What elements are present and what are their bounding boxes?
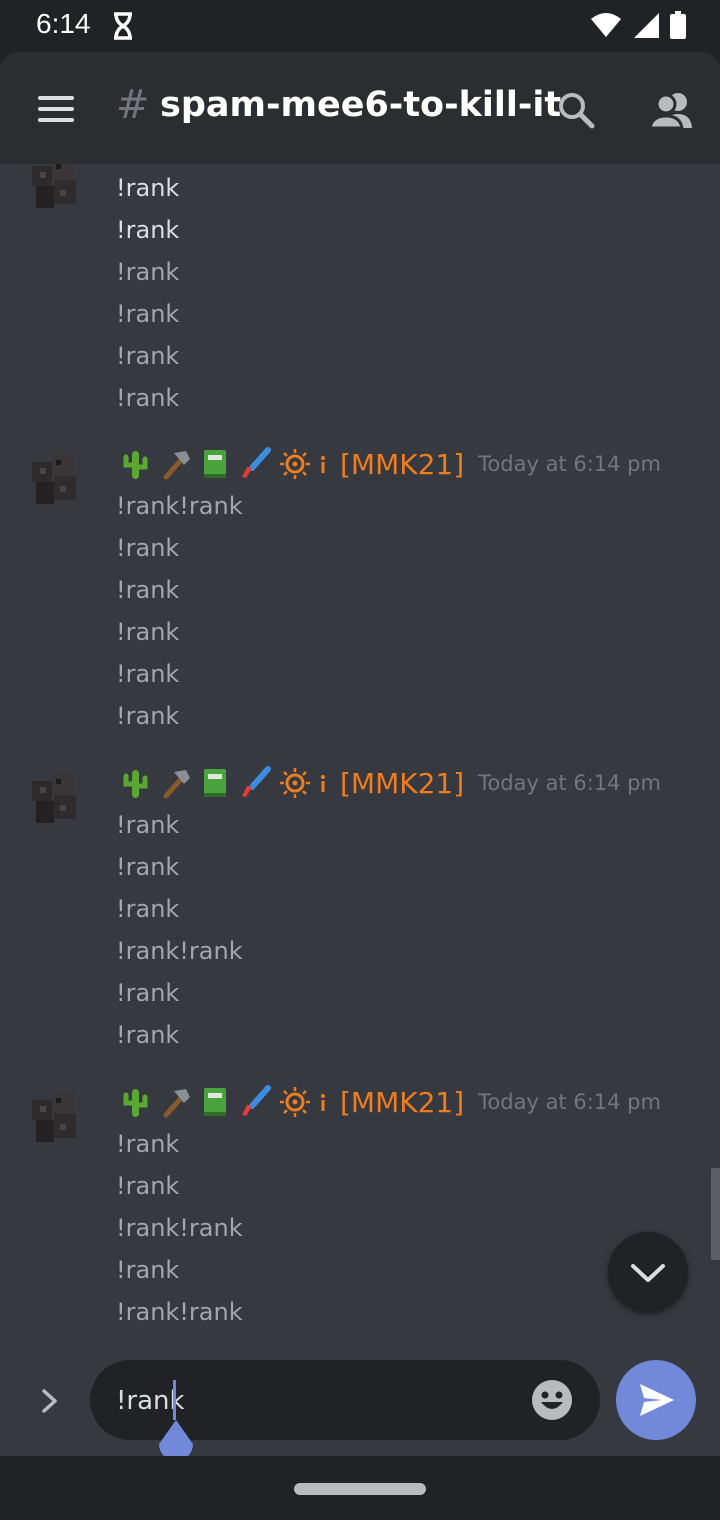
message-text: !rank [116, 534, 180, 562]
message-header: [MMK21] Today at 6:14 pm [118, 1082, 661, 1122]
battery-icon [670, 11, 686, 39]
cactus-icon [123, 451, 148, 479]
members-icon[interactable] [648, 90, 694, 130]
message-text: !rank [116, 1256, 180, 1284]
message-text: !rank [116, 853, 180, 881]
paintbrush-icon [242, 1085, 271, 1116]
message-text: !rank [116, 300, 180, 328]
message-text: !rank [116, 342, 180, 370]
cactus-icon [123, 770, 148, 798]
emoji-picker-icon[interactable] [530, 1378, 574, 1422]
username-emojis [118, 447, 328, 481]
scrollbar-thumb[interactable] [711, 1168, 720, 1260]
message-composer [0, 1356, 720, 1456]
status-time: 6:14 [36, 8, 91, 39]
username-emojis [118, 766, 328, 800]
avatar[interactable] [26, 164, 82, 214]
cactus-icon [123, 1089, 148, 1117]
message-timestamp: Today at 6:14 pm [478, 1090, 661, 1114]
green-book-icon [204, 450, 226, 478]
search-icon[interactable] [556, 90, 596, 130]
author-name[interactable]: [MMK21] [340, 1086, 464, 1119]
message-text: !rank [116, 895, 180, 923]
system-nav-bar [0, 1456, 720, 1520]
channel-title: spam-mee6-to-kill-it [160, 85, 562, 125]
message-text: !rank [116, 979, 180, 1007]
hammer-icon [163, 770, 190, 799]
avatar[interactable] [26, 446, 82, 510]
sun-icon [280, 1087, 310, 1117]
send-button[interactable] [616, 1360, 696, 1440]
status-bar: 6:14 [0, 0, 720, 52]
wifi-icon [591, 13, 621, 37]
message-text: !rank [116, 1130, 180, 1158]
signal-icon [634, 13, 659, 38]
info-icon [321, 1094, 325, 1111]
hourglass-icon [114, 12, 132, 40]
username-emojis [118, 1085, 328, 1119]
hammer-icon [163, 451, 190, 480]
sun-icon [280, 768, 310, 798]
message-header: [MMK21] Today at 6:14 pm [118, 444, 661, 484]
sun-icon [280, 449, 310, 479]
message-text: !rank [116, 1021, 180, 1049]
info-icon [321, 456, 325, 473]
message-text: !rank!rank [116, 492, 243, 520]
hammer-icon [163, 1089, 190, 1118]
home-gesture-handle[interactable] [294, 1483, 426, 1495]
green-book-icon [204, 1088, 226, 1116]
message-text: !rank [116, 1172, 180, 1200]
avatar[interactable] [26, 1084, 82, 1148]
message-text: !rank [116, 174, 180, 202]
message-text: !rank!rank [116, 1214, 243, 1242]
text-caret [173, 1380, 176, 1420]
info-icon [321, 775, 325, 792]
chevron-down-icon [631, 1264, 665, 1282]
message-text: !rank [116, 258, 180, 286]
channel-hash-icon: # [116, 82, 150, 128]
message-text: !rank [116, 660, 180, 688]
message-text: !rank!rank [116, 937, 243, 965]
chevron-right-icon[interactable] [36, 1384, 64, 1418]
author-name[interactable]: [MMK21] [340, 448, 464, 481]
send-icon [640, 1384, 674, 1416]
message-timestamp: Today at 6:14 pm [478, 771, 661, 795]
paintbrush-icon [242, 766, 271, 797]
avatar[interactable] [26, 765, 82, 829]
paintbrush-icon [242, 447, 271, 478]
message-text: !rank [116, 216, 180, 244]
message-text: !rank [116, 702, 180, 730]
menu-icon[interactable] [38, 96, 74, 122]
channel-header: # spam-mee6-to-kill-it [0, 52, 720, 164]
status-icons [590, 11, 686, 39]
message-text: !rank [116, 811, 180, 839]
message-header: [MMK21] Today at 6:14 pm [118, 763, 661, 803]
green-book-icon [204, 769, 226, 797]
author-name[interactable]: [MMK21] [340, 767, 464, 800]
message-list[interactable]: !rank !rank !rank !rank !rank !rank [MMK… [0, 164, 720, 1356]
jump-to-bottom-button[interactable] [608, 1232, 688, 1312]
message-timestamp: Today at 6:14 pm [478, 452, 661, 476]
message-text: !rank [116, 384, 180, 412]
message-text: !rank [116, 576, 180, 604]
message-text: !rank [116, 618, 180, 646]
message-text: !rank!rank [116, 1298, 243, 1326]
